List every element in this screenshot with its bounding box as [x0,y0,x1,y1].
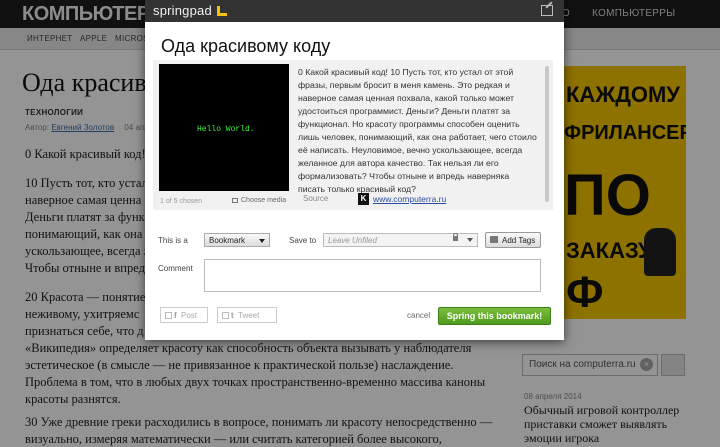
type-select-value: Bookmark [209,236,246,245]
tag-icon [490,236,498,243]
spring-bookmark-button[interactable]: Spring this bookmark! [438,307,551,325]
share-post-label: Post [181,311,198,320]
checkbox-icon [165,312,172,319]
computerra-favicon-icon: K [358,193,369,205]
chevron-down-icon [467,238,473,242]
share-facebook-checkbox[interactable]: f Post [160,307,208,323]
modal-topbar: springpad [145,0,564,22]
image-icon [232,198,238,203]
save-to-label: Save to [289,236,317,245]
source-link[interactable]: www.computerra.ru [373,194,446,204]
type-label: This is a [158,236,188,245]
excerpt-text: 0 Какой красивый код! 10 Пусть тот, кто … [298,67,537,194]
springpad-logo-icon [217,6,227,16]
preview-panel: Hello World. 1 of 5 chosen Choose media … [153,60,553,210]
bookmark-title[interactable]: Ода красивому коду [161,36,330,57]
share-tweet-label: Tweet [238,311,260,320]
checkbox-icon [222,312,229,319]
springpad-logo: springpad [153,3,212,18]
twitter-icon: t [231,311,234,320]
chevron-down-icon [259,239,265,243]
source-label: Source [303,194,329,203]
media-count: 1 of 5 chosen [160,198,203,205]
comment-label: Comment [158,264,193,273]
popout-icon[interactable] [541,5,553,16]
facebook-icon: f [174,311,177,320]
preview-image-text: Hello World. [197,125,255,134]
comment-textarea[interactable] [204,259,541,292]
choose-media-button[interactable]: Choose media [232,197,286,204]
lock-icon [453,233,458,241]
choose-media-label: Choose media [241,197,287,204]
type-select[interactable]: Bookmark [204,233,270,247]
preview-image[interactable]: Hello World. [159,64,289,191]
excerpt-scrollbar[interactable] [545,66,549,202]
cancel-link[interactable]: cancel [407,311,430,320]
springpad-modal: springpad Ода красивому коду Hello World… [145,0,564,340]
share-twitter-checkbox[interactable]: t Tweet [217,307,277,323]
